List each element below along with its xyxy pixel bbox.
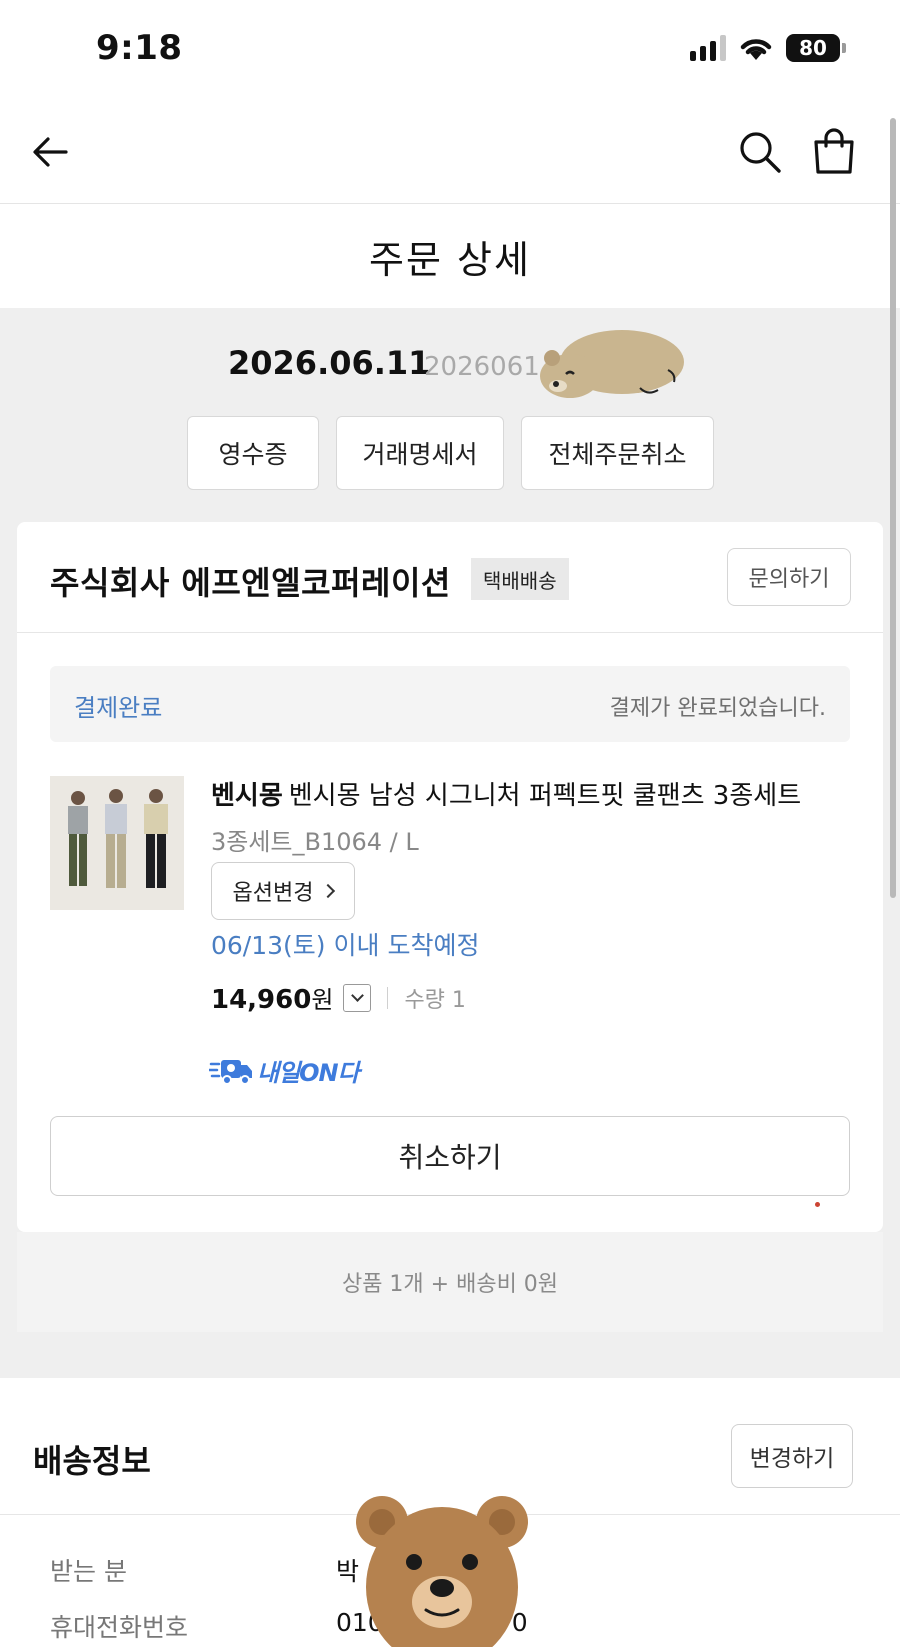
receipt-button[interactable]: 영수증: [187, 416, 319, 490]
indicator-dot: [815, 1202, 820, 1207]
inquiry-button[interactable]: 문의하기: [727, 548, 851, 606]
price-row: 14,960원 수량 1: [211, 980, 466, 1015]
phone-label: 휴대전화번호: [50, 1613, 189, 1642]
cancel-all-orders-button[interactable]: 전체주문취소: [521, 416, 714, 490]
divider: [17, 632, 883, 633]
order-number: 2026061: [424, 352, 540, 382]
page-title: 주문 상세: [369, 237, 531, 282]
chevron-down-icon: [351, 988, 364, 1002]
delivery-type-badge: 택배배송: [471, 558, 569, 600]
cellular-signal-icon: [690, 35, 726, 61]
battery-icon: 80: [786, 34, 846, 62]
delivery-truck-icon: [209, 1060, 252, 1085]
option-change-button[interactable]: 옵션변경: [211, 862, 355, 920]
recipient-label: 받는 분: [50, 1557, 127, 1586]
back-arrow-icon[interactable]: [28, 128, 76, 176]
payment-status: 결제완료: [74, 694, 163, 722]
bear-sticker-icon: [540, 330, 684, 398]
shopping-bag-icon[interactable]: [810, 126, 858, 176]
product-image-icon: [50, 776, 184, 910]
chevron-right-icon: [321, 883, 336, 899]
product-option: 3종세트_B1064 / L: [211, 828, 419, 856]
option-change-label: 옵션변경: [232, 881, 314, 906]
payment-message: 결제가 완료되었습니다.: [609, 696, 826, 721]
wifi-icon: [740, 39, 772, 60]
cancel-order-button[interactable]: 취소하기: [50, 1116, 850, 1196]
product-thumbnail[interactable]: [50, 776, 184, 910]
status-time: 9:18: [96, 28, 183, 68]
product-price: 14,960원: [211, 985, 334, 1015]
order-date: 2026.06.11: [228, 344, 431, 382]
payment-status-box: 결제완료 결제가 완료되었습니다.: [50, 666, 850, 742]
search-icon[interactable]: [736, 128, 784, 176]
transaction-statement-button[interactable]: 거래명세서: [336, 416, 504, 490]
shipping-change-button[interactable]: 변경하기: [731, 1424, 853, 1488]
product-brand: 벤시몽: [211, 781, 283, 811]
estimated-arrival: 06/13(토) 이내 도착예정: [211, 931, 480, 960]
divider: [387, 986, 389, 1009]
quantity: 수량 1: [404, 987, 466, 1013]
price-detail-dropdown[interactable]: [343, 983, 372, 1012]
shipping-info-title: 배송정보: [33, 1442, 151, 1480]
product-title[interactable]: 벤시몽 벤시몽 남성 시그니처 퍼펙트핏 쿨팬츠 3종세트: [211, 776, 851, 816]
status-bar: 9:18 80: [0, 0, 900, 100]
status-icons: 80: [690, 34, 846, 62]
bear-face-sticker-icon: [356, 1496, 528, 1647]
next-day-delivery-label: 내일ON다: [257, 1058, 360, 1087]
product-name: 벤시몽 남성 시그니처 퍼펙트핏 쿨팬츠 3종세트: [288, 781, 802, 811]
nav-bar: [0, 100, 900, 204]
next-day-delivery-badge: 내일ON다: [209, 1050, 360, 1090]
seller-order-card: 주식회사 에프엔엘코퍼레이션 택배배송 문의하기 결제완료 결제가 완료되었습니…: [17, 522, 883, 1232]
seller-name: 주식회사 에프엔엘코퍼레이션: [50, 564, 451, 602]
order-summary: 상품 1개 + 배송비 0원: [17, 1232, 883, 1332]
page-title-bar: 주문 상세: [0, 204, 900, 308]
scrollbar[interactable]: [890, 118, 896, 898]
